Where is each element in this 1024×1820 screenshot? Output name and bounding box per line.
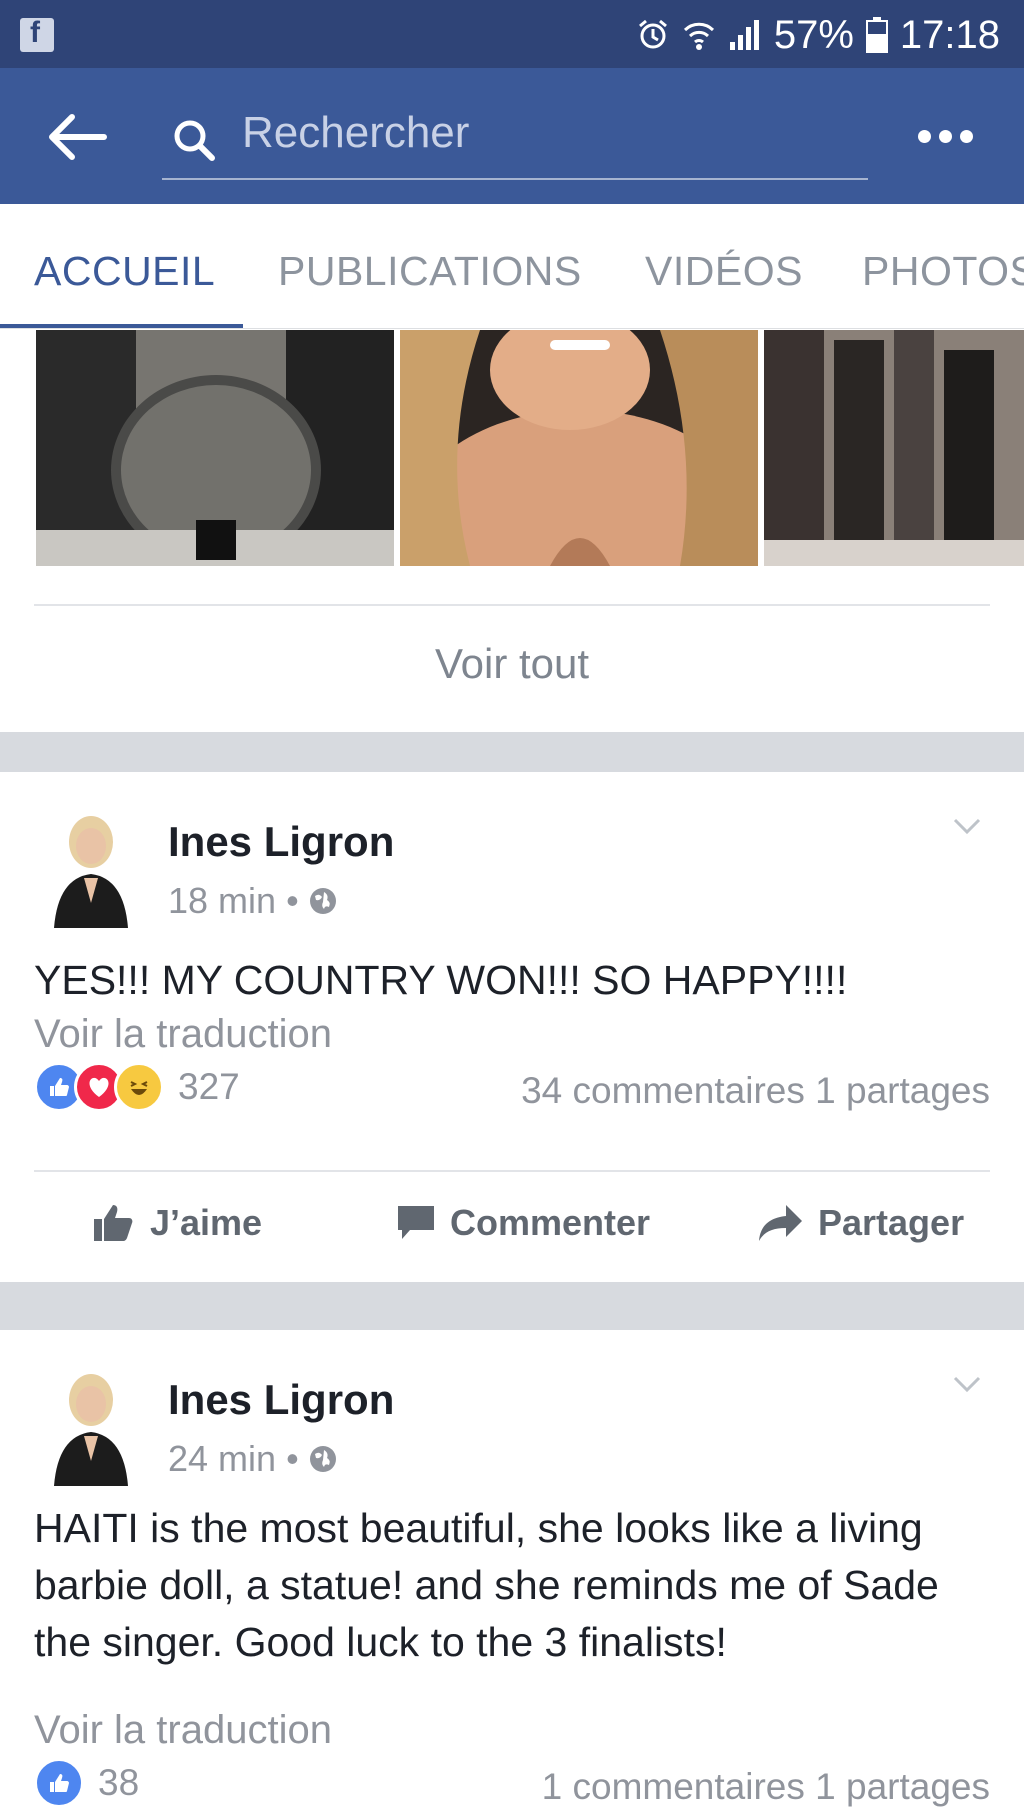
like-label: J’aime (150, 1202, 263, 1243)
post-stats: 34 commentaires 1 partages (521, 1070, 990, 1112)
globe-icon (309, 1446, 336, 1472)
search-icon (174, 120, 215, 161)
avatar[interactable] (44, 1366, 138, 1486)
avatar[interactable] (44, 808, 138, 928)
tab-publications[interactable]: PUBLICATIONS (278, 248, 582, 295)
signal-icon (729, 20, 759, 50)
shares-count[interactable]: 1 partages (815, 1070, 990, 1111)
post-author[interactable]: Ines Ligron (168, 1376, 394, 1424)
chevron-down-icon[interactable] (952, 816, 982, 836)
tab-accueil[interactable]: ACCUEIL (34, 248, 215, 295)
reaction-count: 327 (178, 1066, 240, 1107)
meta-separator: • (286, 1438, 299, 1479)
post-meta: 18 min • (168, 880, 337, 922)
divider (34, 604, 990, 606)
search-bar[interactable] (162, 90, 868, 180)
post-author[interactable]: Ines Ligron (168, 818, 394, 866)
status-indicators: 57% 17:18 (636, 10, 1000, 60)
comments-count[interactable]: 34 commentaires (521, 1070, 805, 1111)
like-reaction-icon (34, 1758, 84, 1808)
back-button[interactable] (48, 112, 108, 162)
alarm-icon (638, 19, 667, 49)
thumbs-up-icon (94, 1205, 133, 1241)
see-translation-link[interactable]: Voir la traduction (34, 1012, 332, 1057)
clock: 17:18 (899, 12, 1000, 57)
battery-icon (865, 17, 888, 53)
globe-icon (309, 888, 336, 914)
photo-thumbnail[interactable] (36, 330, 394, 566)
see-translation-link[interactable]: Voir la traduction (34, 1708, 332, 1753)
like-button[interactable]: J’aime (92, 1202, 262, 1244)
share-arrow-icon (759, 1205, 802, 1241)
comment-label: Commenter (450, 1202, 651, 1243)
post-time[interactable]: 18 min (168, 880, 276, 922)
more-options-icon[interactable] (918, 130, 978, 150)
post-stats: 1 commentaires 1 partages (542, 1766, 990, 1808)
meta-separator: • (286, 880, 299, 921)
post-actions: J’aime Commenter Partager (0, 1172, 1024, 1282)
photo-thumbnail[interactable] (764, 330, 1024, 566)
active-tab-indicator (0, 324, 243, 328)
facebook-notification-icon: f (20, 16, 54, 52)
reaction-count: 38 (98, 1762, 140, 1803)
post: Ines Ligron 24 min • HAITI is the most b… (0, 1330, 1024, 1820)
status-bar: f 57% 17:18 (0, 0, 1024, 68)
page-tabs: ACCUEIL PUBLICATIONS VIDÉOS PHOTOS (0, 204, 1024, 329)
see-all-link[interactable]: Voir tout (0, 640, 1024, 688)
post-meta: 24 min • (168, 1438, 337, 1480)
photo-strip (36, 330, 1024, 566)
share-button[interactable]: Partager (758, 1202, 964, 1244)
comments-count[interactable]: 1 commentaires (542, 1766, 805, 1807)
section-separator (0, 1282, 1024, 1330)
post-time[interactable]: 24 min (168, 1438, 276, 1480)
chevron-down-icon[interactable] (952, 1374, 982, 1394)
comment-button[interactable]: Commenter (396, 1202, 650, 1244)
app-bar (0, 68, 1024, 204)
battery-percent: 57% (773, 12, 854, 57)
wifi-icon (683, 22, 714, 50)
section-separator (0, 732, 1024, 772)
post-text: HAITI is the most beautiful, she looks l… (34, 1505, 939, 1665)
tab-videos[interactable]: VIDÉOS (645, 248, 803, 295)
haha-reaction-icon (114, 1062, 164, 1112)
shares-count[interactable]: 1 partages (815, 1766, 990, 1807)
comment-icon (398, 1206, 434, 1239)
reactions-summary[interactable]: 38 (34, 1758, 139, 1808)
search-input[interactable] (240, 100, 844, 166)
back-arrow-icon (49, 114, 107, 160)
share-label: Partager (818, 1202, 965, 1243)
post-text: YES!!! MY COUNTRY WON!!! SO HAPPY!!!! (34, 957, 848, 1003)
reactions-summary[interactable]: 327 (34, 1062, 240, 1112)
photo-thumbnail[interactable] (400, 330, 758, 566)
post: Ines Ligron 18 min • YES!!! MY COUNTRY W… (0, 772, 1024, 1282)
tab-photos[interactable]: PHOTOS (862, 248, 1024, 295)
